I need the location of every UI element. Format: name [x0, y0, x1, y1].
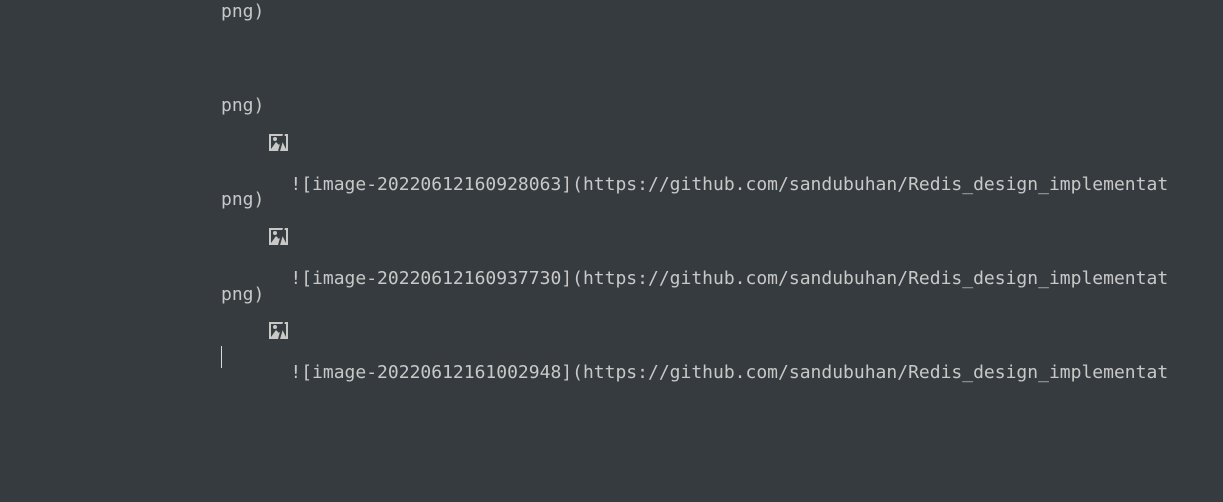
text-line[interactable]: png)	[221, 188, 264, 212]
markdown-editor[interactable]: png) ![image-20220612160928063](https://…	[0, 0, 1223, 502]
image-markdown-line[interactable]: ![image-20220612160937730](https://githu…	[226, 156, 1168, 289]
image-markdown-line[interactable]: ![image-20220612161002948](https://githu…	[226, 250, 1168, 383]
text-line[interactable]: png)	[221, 0, 264, 24]
text-cursor	[221, 346, 222, 368]
image-markdown-line[interactable]: ![image-20220612160928063](https://githu…	[226, 62, 1168, 195]
broken-image-icon[interactable]	[269, 274, 289, 339]
text-line[interactable]: png)	[221, 94, 264, 118]
broken-image-icon[interactable]	[269, 180, 289, 245]
image-markdown-text: ![image-20220612161002948](https://githu…	[290, 362, 1169, 383]
text-line[interactable]: png)	[221, 283, 264, 307]
broken-image-icon[interactable]	[269, 86, 289, 151]
